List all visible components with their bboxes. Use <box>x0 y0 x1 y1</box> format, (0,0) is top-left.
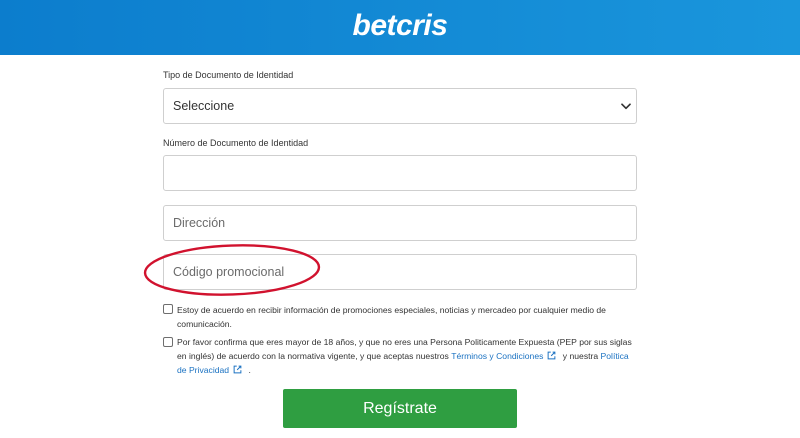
external-link-icon[interactable] <box>547 351 556 360</box>
terms-and-conditions-link[interactable]: Términos y Condiciones <box>451 351 543 361</box>
document-number-input[interactable] <box>163 155 637 191</box>
terms-consent-checkbox[interactable] <box>163 337 173 347</box>
registration-form: Tipo de Documento de Identidad Seleccion… <box>163 0 637 438</box>
chevron-down-icon <box>621 102 631 110</box>
terms-consent-text: Por favor confirma que eres mayor de 18 … <box>177 335 637 377</box>
terms-consent-end: . <box>246 365 251 375</box>
register-button[interactable]: Regístrate <box>283 389 517 428</box>
promo-code-input[interactable] <box>163 254 637 290</box>
document-type-selected-value: Seleccione <box>173 99 235 113</box>
document-type-label: Tipo de Documento de Identidad <box>163 70 294 80</box>
marketing-consent-checkbox[interactable] <box>163 304 173 314</box>
external-link-icon[interactable] <box>233 365 242 374</box>
terms-consent-row: Por favor confirma que eres mayor de 18 … <box>163 335 637 379</box>
address-input[interactable] <box>163 205 637 241</box>
registration-page: betcris Tipo de Documento de Identidad S… <box>0 0 800 438</box>
document-type-select[interactable]: Seleccione <box>163 88 637 124</box>
document-number-label: Número de Documento de Identidad <box>163 138 309 148</box>
marketing-consent-text: Estoy de acuerdo en recibir información … <box>177 305 606 329</box>
terms-consent-connector: y nuestra <box>560 351 601 361</box>
